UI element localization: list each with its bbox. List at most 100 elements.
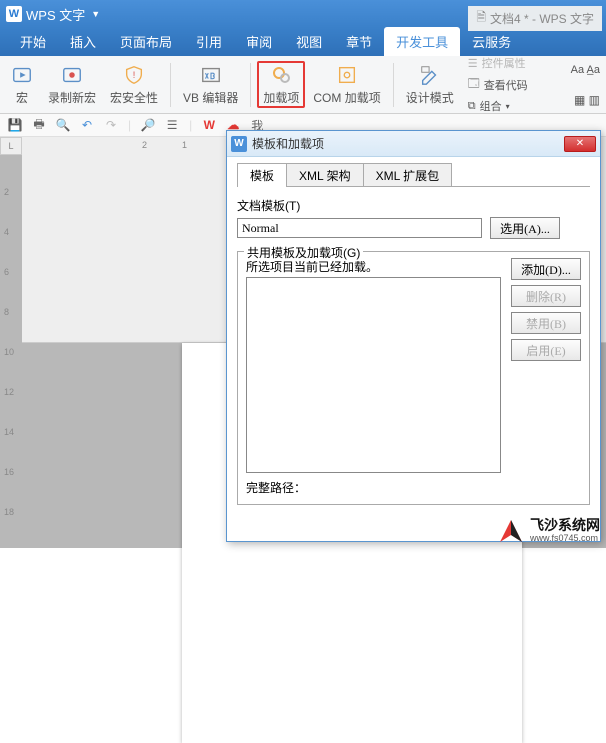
properties-icon: ☰ (468, 57, 478, 70)
macro-security-button[interactable]: ! 宏安全性 (104, 61, 164, 108)
titlebar: W WPS 文字 ▼ 🗎 文档4 * - WPS 文字 (0, 0, 606, 28)
control-properties-button[interactable]: ☰ 控件属性 (466, 54, 530, 72)
qat-separator: | (128, 118, 131, 132)
ribbon: 宏 录制新宏 ! 宏安全性 VB 编辑器 加载项 COM 加载项 设计模式 ☰ … (0, 56, 606, 114)
control-panel-col: ☰ 控件属性 🗔 查看代码 ⧉ 组合 ▾ (466, 54, 530, 115)
doc-template-input[interactable] (237, 218, 482, 238)
tab-start[interactable]: 开始 (8, 27, 58, 56)
vruler-tick: 16 (4, 467, 14, 477)
separator (250, 63, 251, 107)
addins-listbox[interactable] (246, 277, 501, 473)
separator (170, 63, 171, 107)
doc-icon: 🗎 (476, 8, 486, 29)
print-icon[interactable]: 🖶 (32, 118, 46, 132)
add-button[interactable]: 添加(D)... (511, 258, 581, 280)
tab-page-layout[interactable]: 页面布局 (108, 27, 184, 56)
vruler-tick: 4 (4, 227, 9, 237)
shield-icon: ! (122, 63, 146, 87)
tab-references[interactable]: 引用 (184, 27, 234, 56)
com-addins-icon (335, 63, 359, 87)
more-controls-icon[interactable]: ▦ ▥ (574, 93, 600, 107)
dialog-tabs: 模板 XML 架构 XML 扩展包 (237, 163, 590, 187)
templates-addins-dialog: W 模板和加载项 ✕ 模板 XML 架构 XML 扩展包 文档模板(T) 选用(… (226, 130, 601, 542)
vruler-tick: 8 (4, 307, 9, 317)
select-icon[interactable]: ☰ (165, 118, 179, 132)
dialog-icon: W (231, 136, 247, 152)
remove-button[interactable]: 删除(R) (511, 285, 581, 307)
save-icon[interactable]: 💾 (8, 118, 22, 132)
group-legend: 共用模板及加载项(G) (244, 244, 363, 261)
qat-separator: | (189, 118, 192, 132)
doc-title: 🗎 文档4 * - WPS 文字 (468, 6, 602, 31)
vruler-tick: 12 (4, 387, 14, 397)
undo-icon[interactable]: ↶ (80, 118, 94, 132)
vruler-tick: 14 (4, 427, 14, 437)
enable-button[interactable]: 启用(E) (511, 339, 581, 361)
tab-chapters[interactable]: 章节 (334, 27, 384, 56)
combine-button[interactable]: ⧉ 组合 ▾ (466, 97, 530, 115)
svg-text:!: ! (133, 70, 136, 80)
vruler-tick: 10 (4, 347, 14, 357)
dialog-tab-xml-schema[interactable]: XML 架构 (286, 163, 364, 187)
gear-icon (269, 63, 293, 87)
close-button[interactable]: ✕ (564, 136, 596, 152)
view-code-button[interactable]: 🗔 查看代码 (466, 74, 530, 95)
dialog-tab-xml-expansion[interactable]: XML 扩展包 (363, 163, 453, 187)
addins-button[interactable]: 加载项 (257, 61, 305, 108)
macro-label: 宏 (16, 89, 28, 106)
design-mode-button[interactable]: 设计模式 (400, 61, 460, 108)
tab-insert[interactable]: 插入 (58, 27, 108, 56)
vruler-tick: 18 (4, 507, 14, 517)
find-icon[interactable]: 🔎 (141, 118, 155, 132)
doc-title-text: 文档4 * - WPS 文字 (490, 10, 594, 27)
tab-cloud[interactable]: 云服务 (460, 27, 523, 56)
macro-button[interactable]: 宏 (4, 61, 40, 108)
group-icon: ⧉ (468, 100, 476, 113)
dialog-titlebar[interactable]: W 模板和加载项 ✕ (227, 131, 600, 157)
app-icon: W (6, 6, 22, 22)
tab-review[interactable]: 审阅 (234, 27, 284, 56)
hruler-tick: 1 (182, 140, 187, 150)
vruler-tick: 6 (4, 267, 9, 277)
doc-template-label: 文档模板(T) (237, 197, 590, 214)
tab-developer[interactable]: 开发工具 (384, 27, 460, 56)
dialog-tab-template[interactable]: 模板 (237, 163, 287, 187)
addins-label: 加载项 (263, 89, 299, 106)
design-mode-icon (418, 63, 442, 87)
macro-icon (10, 63, 34, 87)
print-preview-icon[interactable]: 🔍 (56, 118, 70, 132)
vb-editor-label: VB 编辑器 (183, 89, 238, 106)
watermark-logo-icon (498, 518, 524, 544)
control-properties-label: 控件属性 (482, 55, 526, 71)
ribbon-tabbar: 开始 插入 页面布局 引用 审阅 视图 章节 开发工具 云服务 (0, 28, 606, 56)
code-icon: 🗔 (468, 75, 480, 94)
watermark: 飞沙系统网 www.fs0745.com (498, 518, 600, 544)
combine-label: 组合 (480, 98, 502, 114)
vb-editor-button[interactable]: VB 编辑器 (177, 61, 244, 108)
macro-security-label: 宏安全性 (110, 89, 158, 106)
redo-icon[interactable]: ↷ (104, 118, 118, 132)
record-macro-label: 录制新宏 (48, 89, 96, 106)
dialog-title-text: 模板和加载项 (252, 135, 324, 152)
watermark-name: 飞沙系统网 (530, 518, 600, 533)
record-macro-icon (60, 63, 84, 87)
record-macro-button[interactable]: 录制新宏 (42, 61, 102, 108)
ruler-corner: L (0, 137, 22, 155)
wps-logo-icon[interactable]: W (202, 118, 216, 132)
tab-view[interactable]: 视图 (284, 27, 334, 56)
full-path-label: 完整路径： (246, 479, 503, 496)
button-column: 添加(D)... 删除(R) 禁用(B) 启用(E) (511, 258, 581, 496)
disable-button[interactable]: 禁用(B) (511, 312, 581, 334)
app-name: WPS 文字 (26, 5, 85, 24)
shared-templates-group: 共用模板及加载项(G) 所选项目当前已经加载。 完整路径： 添加(D)... 删… (237, 251, 590, 505)
design-mode-label: 设计模式 (406, 89, 454, 106)
com-addins-label: COM 加载项 (313, 89, 380, 106)
app-menu-dropdown-icon[interactable]: ▼ (91, 9, 100, 19)
vb-editor-icon (199, 63, 223, 87)
com-addins-button[interactable]: COM 加载项 (307, 61, 386, 108)
dialog-body: 模板 XML 架构 XML 扩展包 文档模板(T) 选用(A)... 共用模板及… (227, 157, 600, 515)
watermark-url: www.fs0745.com (530, 534, 600, 544)
chevron-down-icon: ▾ (506, 102, 510, 111)
separator (393, 63, 394, 107)
select-template-button[interactable]: 选用(A)... (490, 217, 560, 239)
